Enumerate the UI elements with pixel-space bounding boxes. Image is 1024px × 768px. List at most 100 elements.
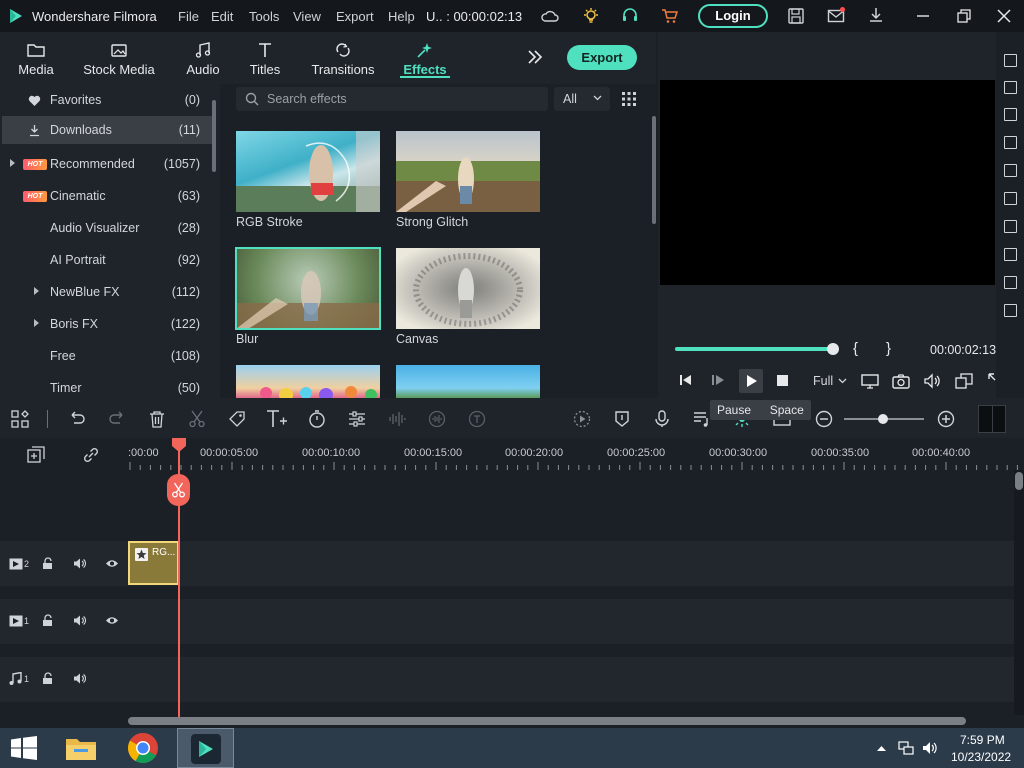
audio-ducking-icon[interactable] [428, 410, 446, 428]
category-downloads[interactable]: Downloads (11) [2, 116, 214, 144]
menu-tools[interactable]: Tools [249, 9, 279, 24]
cloud-icon[interactable] [541, 7, 559, 25]
category-boris-fx[interactable]: Boris FX (122) [0, 310, 214, 338]
save-icon[interactable] [787, 7, 805, 25]
tab-effects[interactable]: Effects [400, 32, 450, 84]
taskbar-filmora[interactable] [177, 728, 234, 768]
video-viewer[interactable] [660, 80, 995, 285]
tab-titles[interactable]: Titles [246, 32, 284, 84]
stop-button[interactable] [777, 375, 788, 386]
effect-thumbnail-canvas[interactable] [396, 248, 540, 329]
snapshot-camera-icon[interactable] [892, 373, 910, 389]
sidebar-scrollbar[interactable] [212, 100, 216, 172]
add-text-icon[interactable] [266, 409, 288, 429]
effect-thumbnail-blur[interactable] [235, 247, 381, 330]
category-recommended[interactable]: HOT Recommended (1057) [0, 150, 214, 178]
effect-clip[interactable]: RG... [128, 541, 179, 585]
strip-checkbox[interactable] [1004, 276, 1017, 289]
mark-in-button[interactable]: { [853, 340, 858, 357]
tab-media[interactable]: Media [12, 32, 60, 84]
speech-to-text-icon[interactable] [468, 410, 486, 428]
playback-progress-track[interactable] [675, 347, 833, 351]
delete-trash-icon[interactable] [148, 410, 166, 428]
strip-checkbox[interactable] [1004, 192, 1017, 205]
tab-audio[interactable]: Audio [182, 32, 224, 84]
taskbar-file-explorer[interactable] [55, 728, 107, 768]
zoom-in-icon[interactable] [937, 410, 955, 428]
strip-checkbox[interactable] [1004, 54, 1017, 67]
network-icon[interactable] [898, 740, 914, 756]
strip-checkbox[interactable] [1004, 108, 1017, 121]
tab-transitions[interactable]: Transitions [310, 32, 376, 84]
lightbulb-icon[interactable] [582, 7, 600, 25]
volume-icon[interactable] [923, 373, 941, 389]
quality-dropdown[interactable]: Full [813, 374, 833, 388]
speaker-icon[interactable] [922, 740, 938, 756]
crop-render-icon[interactable] [955, 373, 973, 389]
timeline-horizontal-scrollbar[interactable] [128, 717, 966, 725]
clock-date[interactable]: 10/23/2022 [951, 750, 1011, 764]
restore-icon[interactable] [955, 7, 973, 25]
microphone-icon[interactable] [653, 410, 671, 428]
visibility-eye-icon[interactable] [105, 558, 119, 569]
effect-thumbnail-partial[interactable] [236, 365, 380, 398]
visibility-eye-icon[interactable] [105, 615, 119, 626]
category-cinematic[interactable]: HOT Cinematic (63) [0, 182, 214, 210]
export-button[interactable]: Export [567, 45, 637, 70]
layout-grid-icon[interactable] [11, 410, 29, 428]
mute-speaker-icon[interactable] [73, 672, 86, 685]
timeline-vertical-scrollbar[interactable] [1015, 472, 1023, 490]
step-forward-icon[interactable] [711, 373, 725, 387]
playhead-knob[interactable] [827, 343, 839, 355]
link-icon[interactable] [82, 446, 100, 464]
scissors-split-icon[interactable] [188, 410, 206, 428]
menu-help[interactable]: Help [388, 9, 415, 24]
split-marker[interactable] [167, 474, 190, 506]
tray-expand-icon[interactable] [877, 745, 886, 751]
strip-checkbox[interactable] [1004, 248, 1017, 261]
zoom-slider-knob[interactable] [878, 414, 888, 424]
render-preview-icon[interactable] [573, 410, 591, 428]
strip-checkbox[interactable] [1004, 164, 1017, 177]
redo-icon[interactable] [108, 410, 126, 428]
cart-icon[interactable] [661, 7, 679, 25]
lock-icon[interactable] [42, 557, 54, 570]
grid-view-icon[interactable] [622, 92, 636, 106]
undo-icon[interactable] [68, 410, 86, 428]
strip-checkbox[interactable] [1004, 136, 1017, 149]
menu-edit[interactable]: Edit [211, 9, 233, 24]
menu-file[interactable]: File [178, 9, 199, 24]
mail-icon[interactable] [827, 7, 845, 25]
tab-stock-media[interactable]: Stock Media [82, 32, 156, 84]
mark-out-button[interactable]: } [886, 340, 891, 357]
marker-shield-icon[interactable] [613, 410, 631, 428]
close-icon[interactable] [995, 7, 1013, 25]
playhead-head[interactable] [172, 438, 186, 452]
strip-checkbox[interactable] [1004, 81, 1017, 94]
category-favorites[interactable]: Favorites (0) [0, 86, 214, 114]
category-ai-portrait[interactable]: AI Portrait (92) [0, 246, 214, 274]
play-button[interactable] [739, 369, 763, 393]
mute-speaker-icon[interactable] [73, 557, 86, 570]
step-back-icon[interactable] [679, 373, 693, 387]
search-box[interactable]: Search effects [236, 87, 548, 111]
strip-checkbox[interactable] [1004, 220, 1017, 233]
search-input[interactable]: Search effects [267, 92, 347, 106]
mute-speaker-icon[interactable] [73, 614, 86, 627]
speed-timer-icon[interactable] [308, 410, 326, 428]
login-button[interactable]: Login [698, 4, 768, 28]
minimize-icon[interactable] [914, 7, 932, 25]
menu-export[interactable]: Export [336, 9, 374, 24]
zoom-out-icon[interactable] [815, 410, 833, 428]
menu-view[interactable]: View [293, 9, 321, 24]
lock-icon[interactable] [42, 614, 54, 627]
download-icon[interactable] [867, 7, 885, 25]
effect-thumbnail-strong-glitch[interactable] [396, 131, 540, 212]
filter-dropdown[interactable]: All [554, 87, 610, 111]
lock-icon[interactable] [42, 672, 54, 685]
headset-support-icon[interactable] [621, 7, 639, 25]
windows-start-icon[interactable] [10, 736, 38, 760]
clock-time[interactable]: 7:59 PM [960, 733, 1005, 747]
add-track-icon[interactable] [27, 446, 45, 464]
category-audio-visualizer[interactable]: Audio Visualizer (28) [0, 214, 214, 242]
